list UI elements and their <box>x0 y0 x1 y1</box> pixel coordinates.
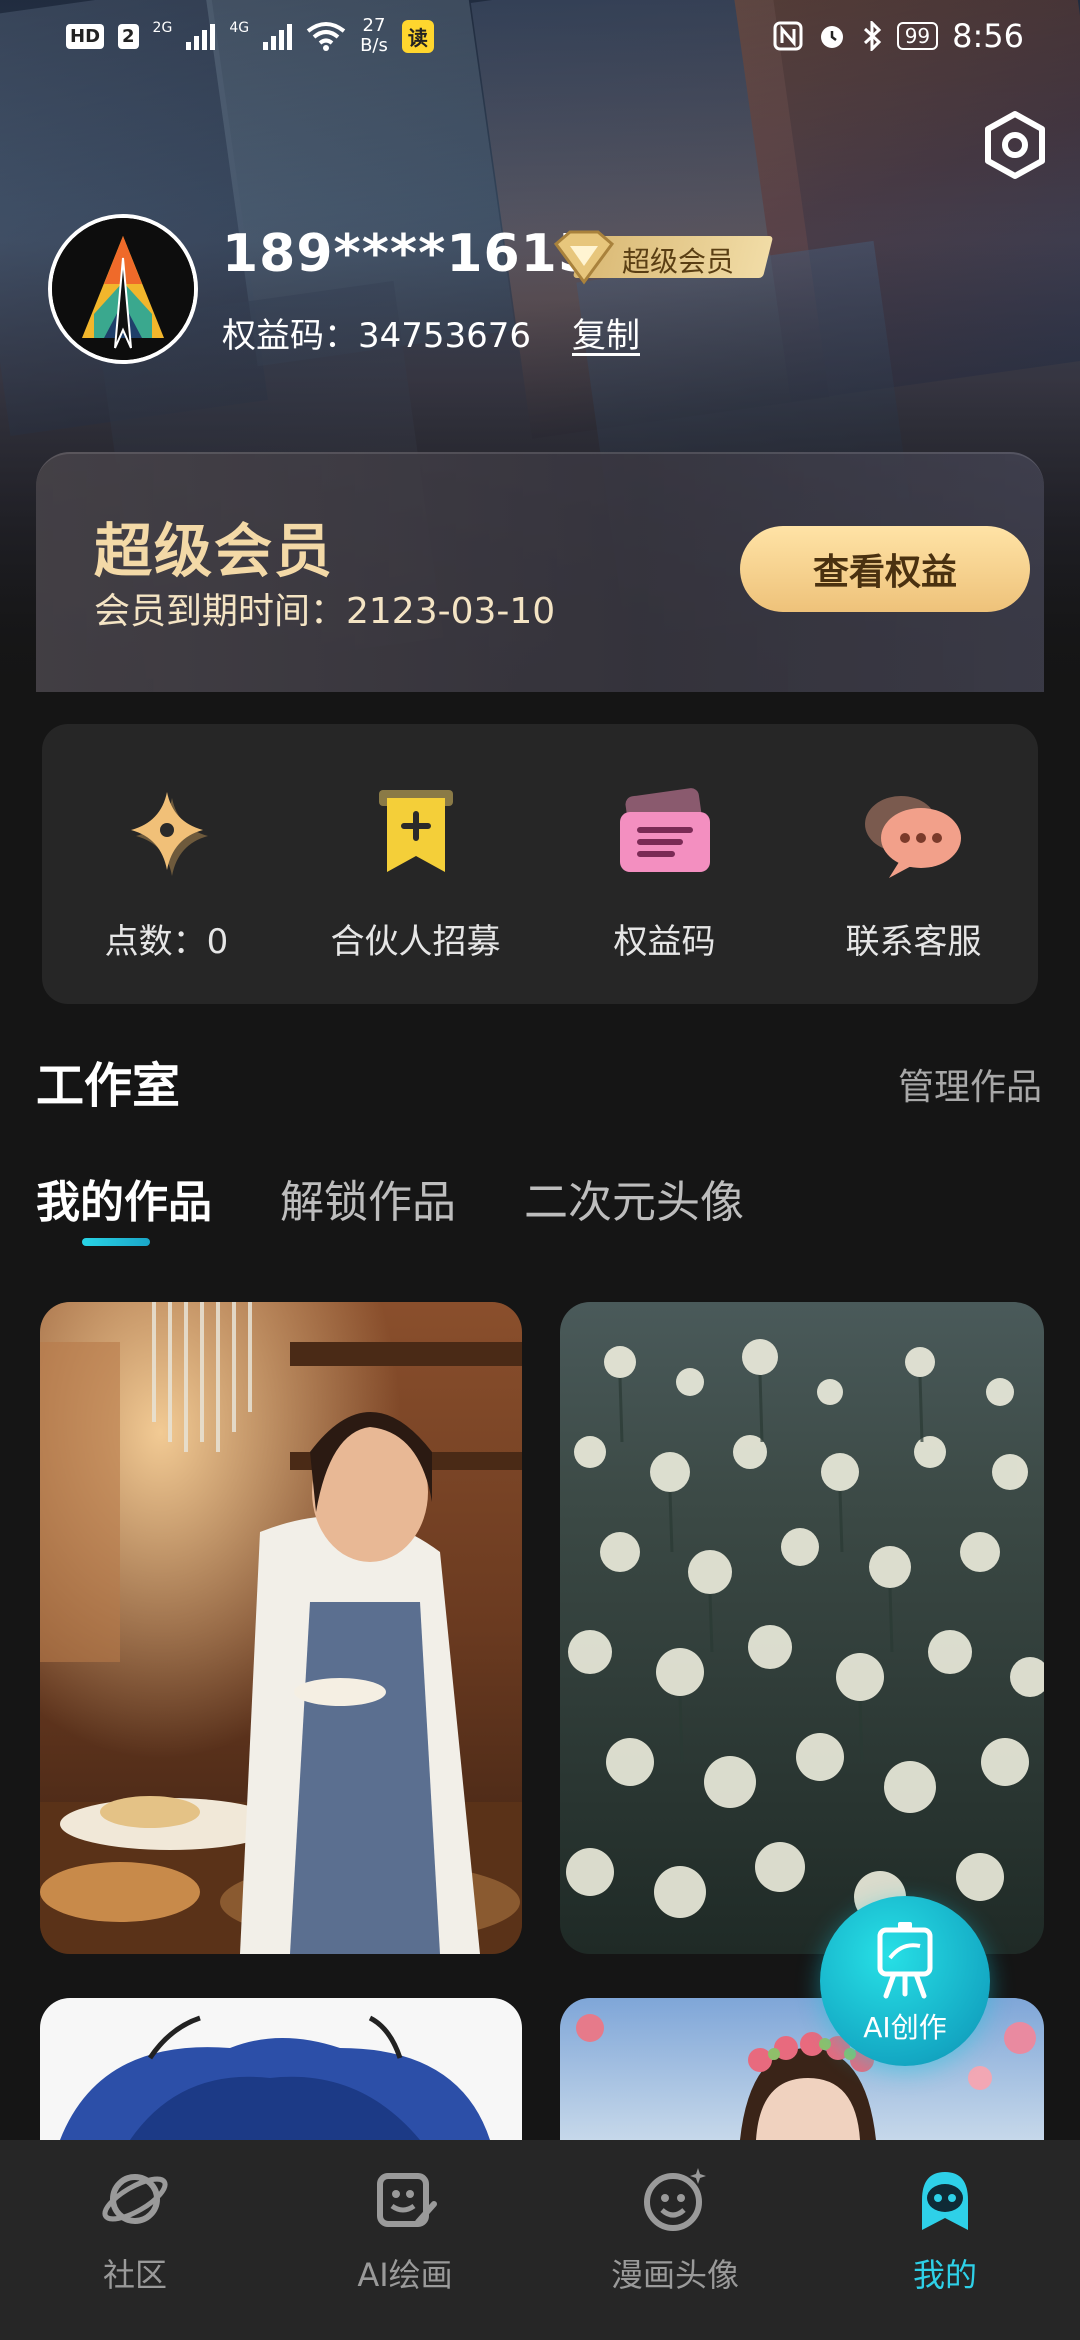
paint-board-icon <box>377 2173 437 2227</box>
tab-my-works[interactable]: 我的作品 <box>36 1166 212 1246</box>
points-label: 点数：0 <box>104 922 229 962</box>
nav-comic-avatar[interactable]: 漫画头像 <box>540 2140 810 2340</box>
nav-mine-label: 我的 <box>912 2256 977 2294</box>
settings-icon[interactable] <box>980 110 1050 180</box>
vip-badge-label: 超级会员 <box>622 245 735 278</box>
bottom-navigation: 社区 AI绘画 漫画头像 我的 <box>0 2140 1080 2340</box>
artwork-card-flowers[interactable] <box>560 1302 1044 1954</box>
network-type-1: 2G <box>152 20 173 36</box>
reader-badge: 读 <box>401 19 434 53</box>
points-action[interactable]: 点数：0 <box>42 724 291 1004</box>
nav-community-label: 社区 <box>102 2256 167 2294</box>
vip-badge: 超级会员 <box>548 226 774 285</box>
user-phone: 189****1615 <box>222 224 596 284</box>
artwork-image <box>40 1302 522 1954</box>
membership-expiry: 会员到期时间：2123-03-10 <box>94 591 556 632</box>
membership-card: 超级会员 会员到期时间：2123-03-10 查看权益 <box>36 452 1044 692</box>
avatar-image <box>52 218 194 360</box>
easel-icon <box>877 1922 933 1999</box>
battery-indicator: 99 <box>896 22 939 50</box>
membership-title: 超级会员 <box>94 517 335 585</box>
manage-works-link[interactable]: 管理作品 <box>898 1058 1042 1110</box>
smiley-icon <box>644 2168 706 2231</box>
status-bar: HD 2 2G 4G 27 B/s 读 99 8:56 <box>0 0 1080 72</box>
wifi-icon <box>306 22 346 51</box>
planet-icon <box>102 2174 168 2224</box>
artwork-card-chef[interactable] <box>40 1302 522 1954</box>
artwork-card-blue-hair[interactable] <box>40 1998 522 2140</box>
signal-icon <box>186 22 216 50</box>
bluetooth-icon <box>863 21 881 51</box>
hd-indicator: HD <box>66 23 105 49</box>
quick-actions-panel: 点数：0 合伙人招募 权益码 联系客服 <box>42 724 1038 1004</box>
nav-ai-painting[interactable]: AI绘画 <box>270 2140 540 2340</box>
partner-recruit-action[interactable]: 合伙人招募 <box>291 724 540 1004</box>
sparkle-icon <box>130 792 208 876</box>
nav-community[interactable]: 社区 <box>0 2140 270 2340</box>
copy-code-link[interactable]: 复制 <box>572 308 640 357</box>
ai-create-button[interactable]: AI创作 <box>820 1896 990 2066</box>
ai-create-label: AI创作 <box>863 2011 947 2044</box>
artwork-image <box>560 1302 1044 1954</box>
alarm-icon <box>820 26 843 48</box>
speed-value: 27 <box>362 15 386 36</box>
view-benefits-button[interactable]: 查看权益 <box>740 526 1030 612</box>
bookmark-plus-icon <box>378 790 453 872</box>
nfc-icon <box>773 21 803 51</box>
tab-unlocked-works[interactable]: 解锁作品 <box>280 1166 456 1230</box>
signal-icon <box>263 22 293 50</box>
sim-indicator: 2 <box>118 23 139 49</box>
network-type-2: 4G <box>229 20 250 36</box>
partner-recruit-label: 合伙人招募 <box>330 922 501 962</box>
customer-service-label: 联系客服 <box>845 922 982 962</box>
benefit-code: 权益码：34753676 <box>222 316 532 356</box>
clock: 8:56 <box>952 17 1024 55</box>
nav-comic-avatar-label: 漫画头像 <box>610 2256 739 2294</box>
avatar[interactable] <box>48 214 198 364</box>
benefit-code-label: 权益码 <box>613 922 716 962</box>
tab-anime-avatars[interactable]: 二次元头像 <box>524 1166 744 1230</box>
network-speed: 27 B/s <box>360 16 388 56</box>
nav-ai-painting-label: AI绘画 <box>357 2256 453 2294</box>
ticket-icon <box>619 788 710 872</box>
profile-robot-icon <box>922 2172 968 2230</box>
studio-tabs: 我的作品 解锁作品 二次元头像 <box>36 1166 744 1246</box>
speed-unit: B/s <box>360 35 388 56</box>
diamond-icon <box>553 230 615 285</box>
benefit-code-action[interactable]: 权益码 <box>540 724 789 1004</box>
studio-title: 工作室 <box>36 1058 181 1114</box>
chat-bubbles-icon <box>864 796 961 878</box>
customer-service-action[interactable]: 联系客服 <box>789 724 1038 1004</box>
artwork-image <box>40 1998 522 2140</box>
nav-mine[interactable]: 我的 <box>810 2140 1080 2340</box>
